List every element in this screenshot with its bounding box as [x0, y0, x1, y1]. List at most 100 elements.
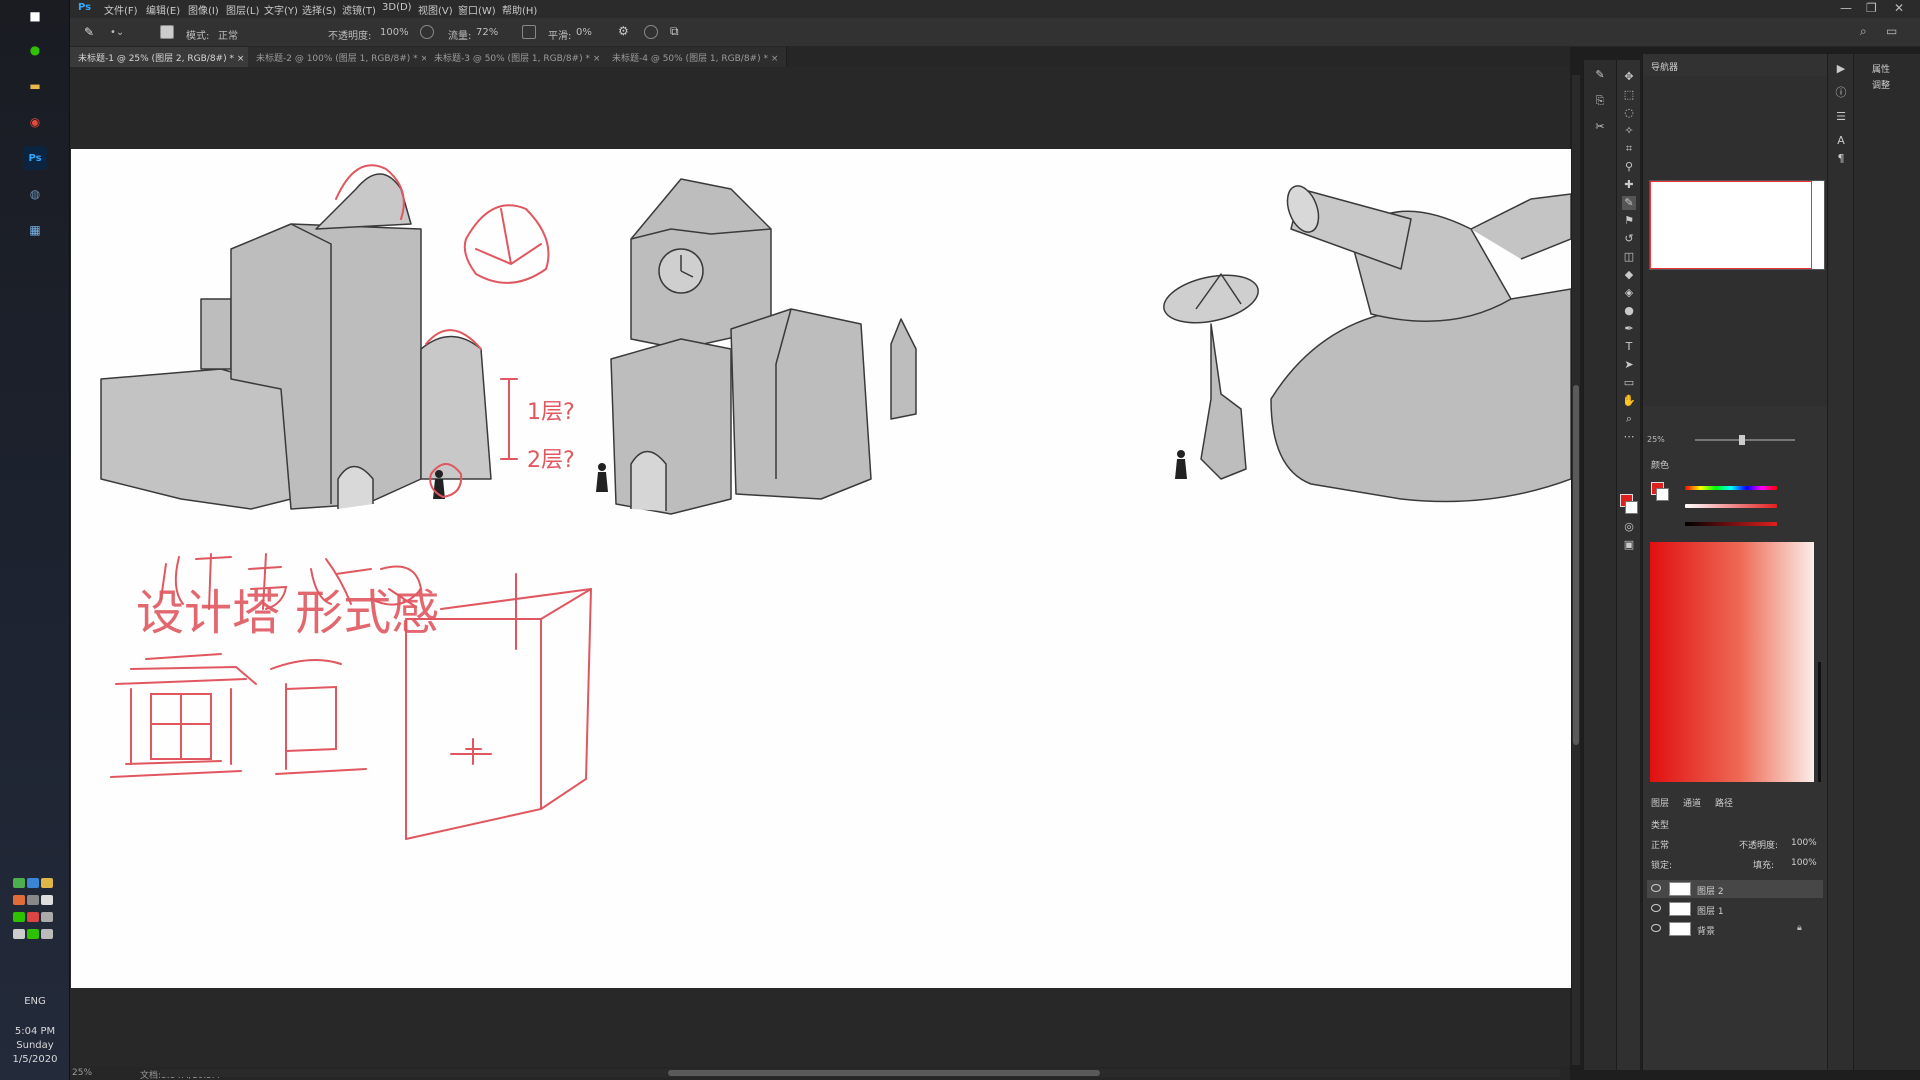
- windows-start-icon[interactable]: ■: [23, 4, 47, 28]
- clone-source-icon[interactable]: ⎘: [1593, 94, 1607, 108]
- ime-indicator[interactable]: ENG: [0, 996, 70, 1007]
- saturation-slider[interactable]: [1685, 504, 1777, 508]
- navigator-tab[interactable]: 导航器: [1651, 60, 1678, 73]
- shape-tool-icon[interactable]: ▭: [1622, 376, 1636, 390]
- wechat-icon[interactable]: ●: [23, 38, 47, 62]
- smoothing-input[interactable]: 0%: [576, 27, 592, 38]
- info-icon[interactable]: ⓘ: [1834, 86, 1848, 100]
- tool-presets-icon[interactable]: ✂: [1593, 120, 1607, 134]
- paint-bucket-icon[interactable]: ◆: [1622, 268, 1636, 282]
- adjustments-tab[interactable]: 调整: [1872, 78, 1890, 91]
- brush-tool-icon[interactable]: ✎: [84, 25, 98, 39]
- vertical-scrollbar[interactable]: [1572, 75, 1580, 1065]
- menu-select[interactable]: 选择(S): [302, 2, 336, 17]
- airbrush-icon[interactable]: [522, 25, 536, 39]
- tab-document-4[interactable]: 未标题-4 @ 50% (图层 1, RGB/8#) * ×: [604, 47, 788, 67]
- horizontal-scrollbar[interactable]: [160, 1069, 1560, 1077]
- menu-help[interactable]: 帮助(H): [502, 2, 537, 17]
- brush-settings-icon[interactable]: ✎: [1593, 68, 1607, 82]
- hand-tool-icon[interactable]: ✋: [1622, 394, 1636, 408]
- blend-mode-select[interactable]: 正常: [1651, 838, 1669, 851]
- visibility-eye-icon[interactable]: [1651, 924, 1661, 932]
- screen-mode-icon[interactable]: ▣: [1622, 538, 1636, 552]
- paragraph-icon[interactable]: ¶: [1834, 152, 1848, 166]
- visibility-eye-icon[interactable]: [1651, 884, 1661, 892]
- path-select-icon[interactable]: ➤: [1622, 358, 1636, 372]
- settings-gear-icon[interactable]: ⚙: [618, 24, 632, 38]
- pen-tool-icon[interactable]: ✒: [1622, 322, 1636, 336]
- quick-mask-icon[interactable]: ◎: [1622, 520, 1636, 534]
- workspace-icon[interactable]: ▭: [1886, 24, 1900, 38]
- healing-brush-icon[interactable]: ✚: [1622, 178, 1636, 192]
- color-tab[interactable]: 颜色: [1651, 458, 1669, 471]
- visibility-eye-icon[interactable]: [1651, 904, 1661, 912]
- lasso-tool-icon[interactable]: ◌: [1622, 106, 1636, 120]
- canvas-drawing[interactable]: 1层? 2层? 设计塔 形式感: [71, 149, 1571, 988]
- tab-document-2[interactable]: 未标题-2 @ 100% (图层 1, RGB/8#) * ×: [248, 47, 438, 67]
- maximize-button[interactable]: ❐: [1866, 1, 1877, 15]
- navigator-zoom-slider[interactable]: [1695, 435, 1795, 445]
- navigator-thumbnail[interactable]: [1649, 180, 1825, 270]
- zoom-tool-icon[interactable]: ⌕: [1622, 412, 1636, 426]
- blur-tool-icon[interactable]: ◈: [1622, 286, 1636, 300]
- symmetry-icon[interactable]: ⧉: [670, 24, 684, 38]
- zoom-slider-knob[interactable]: [1739, 435, 1745, 445]
- background-color-swatch[interactable]: [1625, 501, 1638, 514]
- mode-select[interactable]: 正常: [218, 27, 238, 42]
- color-panel-background[interactable]: [1656, 488, 1669, 501]
- brush-tool-icon[interactable]: ✎: [1622, 196, 1636, 210]
- menu-edit[interactable]: 编辑(E): [146, 2, 180, 17]
- minimize-button[interactable]: —: [1840, 1, 1852, 15]
- layer-row[interactable]: 图层 2: [1647, 880, 1823, 898]
- tab-document-1[interactable]: 未标题-1 @ 25% (图层 2, RGB/8#) * ×: [70, 47, 254, 67]
- menu-file[interactable]: 文件(F): [104, 2, 138, 17]
- channels-tab[interactable]: 通道: [1683, 796, 1701, 809]
- brush-panel-icon[interactable]: [160, 25, 174, 39]
- horizontal-scroll-thumb[interactable]: [668, 1070, 1100, 1076]
- type-tool-icon[interactable]: T: [1622, 340, 1636, 354]
- navigator-viewport[interactable]: [1650, 181, 1812, 269]
- system-tray[interactable]: [12, 876, 62, 954]
- stamp-tool-icon[interactable]: ⚑: [1622, 214, 1636, 228]
- flow-input[interactable]: 72%: [476, 27, 498, 38]
- paths-tab[interactable]: 路径: [1715, 796, 1733, 809]
- layer-opacity-input[interactable]: 100%: [1791, 838, 1817, 848]
- crop-tool-icon[interactable]: ⌗: [1622, 142, 1636, 156]
- play-icon[interactable]: ▶: [1834, 62, 1848, 76]
- chrome-icon[interactable]: ◉: [23, 110, 47, 134]
- navigator-zoom[interactable]: 25%: [1647, 435, 1665, 444]
- layer-row[interactable]: 背景 🔒︎: [1647, 920, 1823, 938]
- tab-document-3[interactable]: 未标题-3 @ 50% (图层 1, RGB/8#) * ×: [426, 47, 610, 67]
- menu-image[interactable]: 图像(I): [188, 2, 219, 17]
- menu-window[interactable]: 窗口(W): [458, 2, 496, 17]
- menu-type[interactable]: 文字(Y): [264, 2, 298, 17]
- marquee-tool-icon[interactable]: ⬚: [1622, 88, 1636, 102]
- hue-slider[interactable]: [1685, 486, 1777, 490]
- clock-time[interactable]: 5:04 PM: [0, 1026, 70, 1037]
- pressure-opacity-icon[interactable]: [420, 25, 434, 39]
- status-zoom[interactable]: 25%: [72, 1068, 92, 1078]
- layers-tab[interactable]: 图层: [1651, 796, 1669, 809]
- properties-tab[interactable]: 属性: [1872, 62, 1890, 75]
- close-button[interactable]: ✕: [1894, 1, 1904, 15]
- menu-view[interactable]: 视图(V): [418, 2, 453, 17]
- layer-filter-select[interactable]: 类型: [1651, 818, 1669, 831]
- dodge-tool-icon[interactable]: ●: [1622, 304, 1636, 318]
- character-icon[interactable]: A: [1834, 134, 1848, 148]
- app-icon[interactable]: ▦: [23, 218, 47, 242]
- move-tool-icon[interactable]: ✥: [1622, 70, 1636, 84]
- menu-3d[interactable]: 3D(D): [382, 2, 412, 13]
- more-tools-icon[interactable]: ⋯: [1622, 430, 1636, 444]
- photoshop-icon[interactable]: Ps: [23, 146, 47, 170]
- menu-layer[interactable]: 图层(L): [226, 2, 259, 17]
- color-field[interactable]: [1650, 542, 1821, 782]
- steam-icon[interactable]: ◍: [23, 182, 47, 206]
- history-brush-icon[interactable]: ↺: [1622, 232, 1636, 246]
- vertical-scroll-thumb[interactable]: [1573, 385, 1579, 745]
- pressure-size-icon[interactable]: [644, 25, 658, 39]
- layer-row[interactable]: 图层 1: [1647, 900, 1823, 918]
- magic-wand-icon[interactable]: ✧: [1622, 124, 1636, 138]
- fill-input[interactable]: 100%: [1791, 858, 1817, 868]
- file-explorer-icon[interactable]: ▬: [23, 74, 47, 98]
- brightness-slider[interactable]: [1685, 522, 1777, 526]
